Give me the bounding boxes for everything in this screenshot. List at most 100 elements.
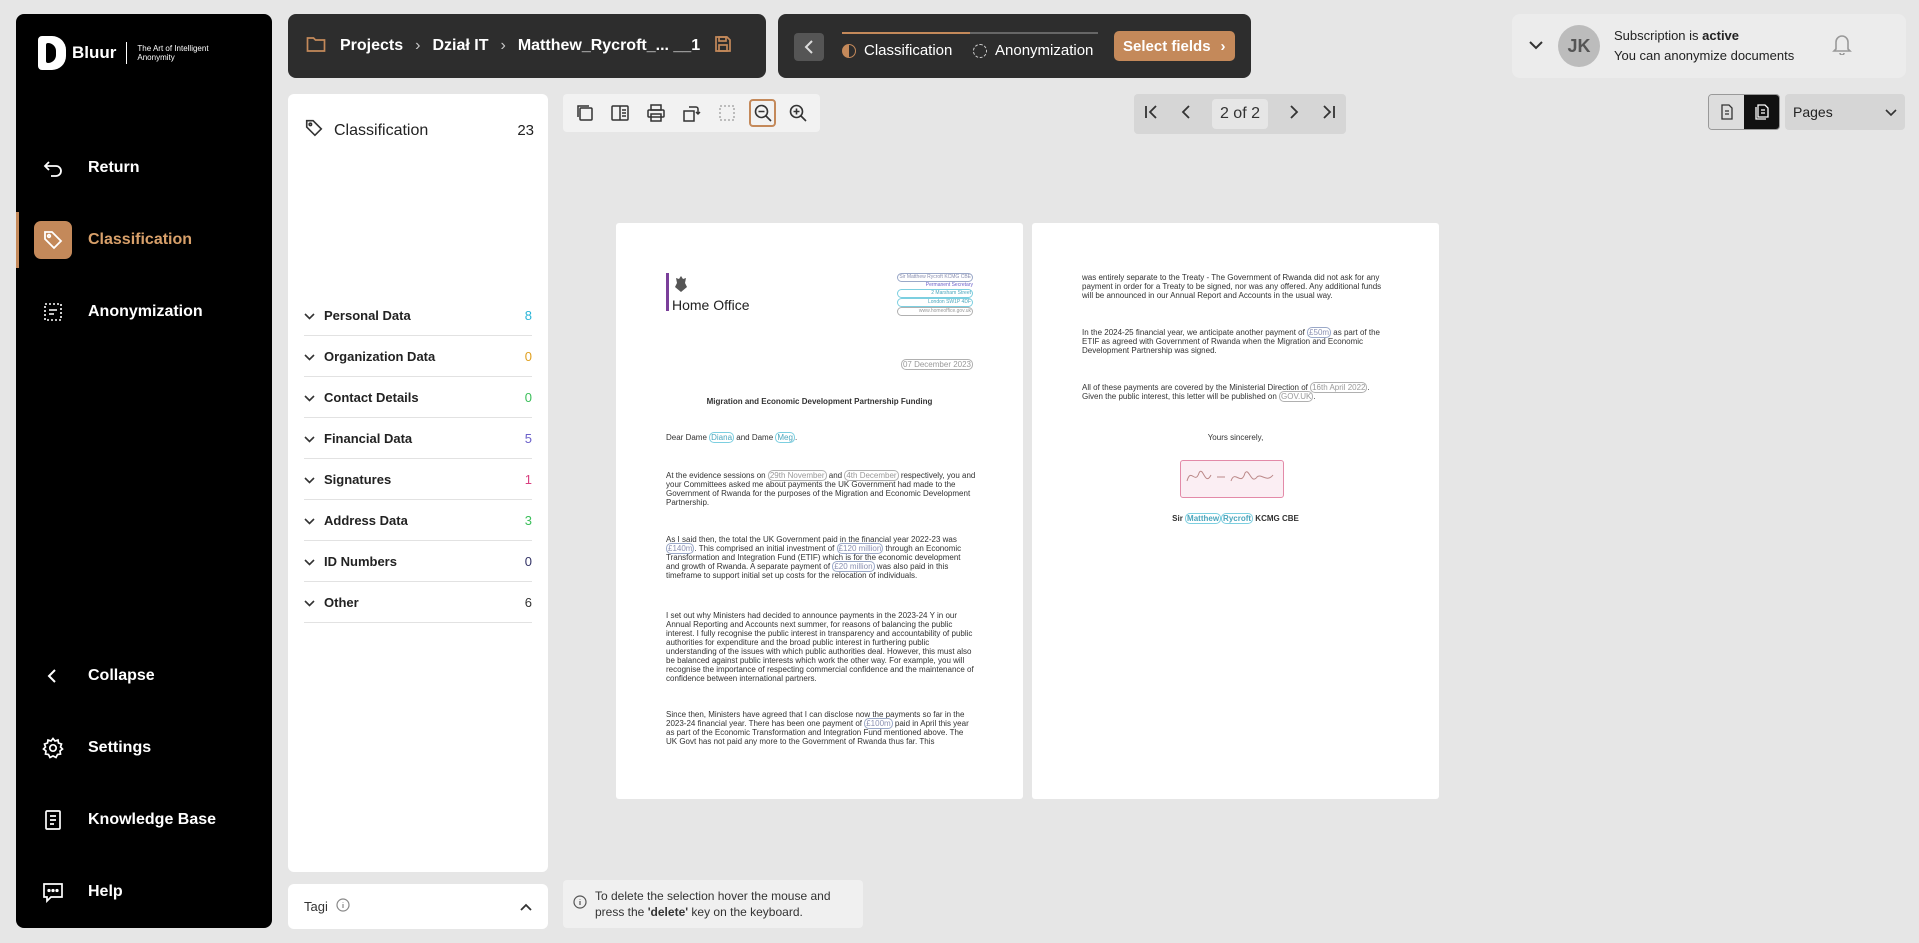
paragraph: At the evidence sessions on 29th Novembe… xyxy=(666,470,976,507)
print-icon[interactable] xyxy=(642,99,670,127)
nav-classification[interactable]: Classification xyxy=(16,212,272,268)
paragraph: All of these payments are covered by the… xyxy=(1082,382,1392,402)
last-page-icon[interactable] xyxy=(1320,104,1336,125)
tags-section[interactable]: Tagi xyxy=(288,884,548,929)
category-label: ID Numbers xyxy=(324,554,397,569)
text: As I said then, the total the UK Governm… xyxy=(666,535,957,544)
pages-select[interactable]: Pages xyxy=(1785,94,1905,130)
save-icon[interactable] xyxy=(714,35,732,58)
breadcrumb-file[interactable]: Matthew_Rycroft_... __1 xyxy=(518,37,700,55)
select-area-icon[interactable] xyxy=(713,99,741,127)
chevron-up-icon[interactable] xyxy=(520,899,532,914)
salutation-mid: and Dame xyxy=(734,433,776,442)
text: KCMG CBE xyxy=(1253,514,1299,523)
breadcrumb-folder[interactable]: Dział IT xyxy=(432,37,488,55)
book-icon xyxy=(34,801,72,839)
signature-name: Sir Matthew Rycroft KCMG CBE xyxy=(1032,513,1439,524)
chevron-down-icon xyxy=(304,431,324,446)
avatar[interactable]: JK xyxy=(1558,25,1600,67)
nav-classification-label: Classification xyxy=(88,231,193,248)
text: In the 2024-25 financial year, we antici… xyxy=(1082,328,1308,337)
category-count: 0 xyxy=(524,554,532,569)
category-count: 0 xyxy=(524,390,532,405)
category-row[interactable]: Address Data 3 xyxy=(304,501,532,541)
category-label: Financial Data xyxy=(324,431,413,446)
letter-header: Sir Matthew Rycroft KCMG CBE Permanent S… xyxy=(897,273,973,316)
nav-return[interactable]: Return xyxy=(16,140,272,196)
prev-page-icon[interactable] xyxy=(1181,104,1191,125)
logo[interactable]: Bluur The Art of Intelligent Anonymity xyxy=(38,36,227,70)
signature-highlight[interactable] xyxy=(1180,460,1284,498)
category-row[interactable]: Organization Data 0 xyxy=(304,337,532,377)
category-label: Contact Details xyxy=(324,390,419,405)
hint-key: 'delete' xyxy=(647,905,689,919)
category-row[interactable]: Other 6 xyxy=(304,583,532,623)
logo-mark-icon xyxy=(38,36,66,70)
category-row[interactable]: ID Numbers 0 xyxy=(304,542,532,582)
category-row[interactable]: Personal Data 8 xyxy=(304,296,532,336)
category-row[interactable]: Contact Details 0 xyxy=(304,378,532,418)
closing: Yours sincerely, xyxy=(1207,433,1264,442)
back-button[interactable] xyxy=(794,33,824,61)
gear-icon xyxy=(34,729,72,767)
category-count: 8 xyxy=(524,308,532,323)
highlight-name[interactable]: Meg xyxy=(775,432,795,443)
page-indicator[interactable]: 2 of 2 xyxy=(1211,99,1268,129)
breadcrumb-separator-icon: › xyxy=(500,37,506,54)
nav-help[interactable]: Help xyxy=(16,864,272,920)
breadcrumb-projects[interactable]: Projects xyxy=(340,37,403,55)
chevron-down-icon xyxy=(304,390,324,405)
panel-header: Classification 23 xyxy=(304,118,534,143)
sidebar: Bluur The Art of Intelligent Anonymity R… xyxy=(16,14,272,928)
select-fields-button[interactable]: Select fields › xyxy=(1114,31,1235,61)
nav-knowledge-base[interactable]: Knowledge Base xyxy=(16,792,272,848)
category-count: 0 xyxy=(524,349,532,364)
bell-icon[interactable] xyxy=(1832,33,1853,60)
highlight-name[interactable]: Matthew xyxy=(1185,513,1222,524)
category-count: 6 xyxy=(524,595,532,610)
highlight-date[interactable]: 16th April 2022 xyxy=(1310,382,1368,393)
step-classification[interactable]: Classification xyxy=(842,42,952,59)
chevron-right-icon: › xyxy=(1220,37,1226,55)
text: All of these payments are covered by the… xyxy=(1082,383,1311,392)
category-count: 1 xyxy=(524,472,532,487)
nav-settings-label: Settings xyxy=(88,739,152,756)
zoom-in-icon[interactable] xyxy=(784,99,812,127)
info-icon[interactable] xyxy=(336,898,350,915)
hint-line1: To delete the selection hover the mouse … xyxy=(595,889,831,903)
header-web: www.homeoffice.gov.uk xyxy=(897,307,973,316)
first-page-icon[interactable] xyxy=(1144,104,1160,125)
salutation: Dear Dame Diana and Dame Meg. xyxy=(666,432,798,443)
logo-tagline: The Art of Intelligent Anonymity xyxy=(137,44,209,62)
panel-title: Classification xyxy=(334,121,429,139)
split-view-icon[interactable] xyxy=(607,99,635,127)
crest-icon xyxy=(674,275,688,295)
document-page-2[interactable]: was entirely separate to the Treaty - Th… xyxy=(1032,223,1439,799)
logo-divider xyxy=(126,42,128,64)
chevron-down-icon xyxy=(304,349,324,364)
nav-settings[interactable]: Settings xyxy=(16,720,272,776)
category-row[interactable]: Signatures 1 xyxy=(304,460,532,500)
letter-date: 07 December 2023 xyxy=(900,359,973,370)
highlight-name[interactable]: Diana xyxy=(709,432,735,443)
nav-collapse[interactable]: Collapse xyxy=(16,648,272,704)
nav-collapse-label: Collapse xyxy=(88,667,155,684)
step-classification-label: Classification xyxy=(864,42,953,59)
step-anonymization[interactable]: Anonymization xyxy=(973,42,1093,59)
copy-icon[interactable] xyxy=(571,99,599,127)
highlight-web[interactable]: GOV.UK xyxy=(1279,391,1314,402)
document-page-1[interactable]: Home Office Sir Matthew Rycroft KCMG CBE… xyxy=(616,223,1023,799)
next-page-icon[interactable] xyxy=(1289,104,1299,125)
zoom-out-icon[interactable] xyxy=(748,99,777,127)
highlight-name[interactable]: Rycroft xyxy=(1221,513,1254,524)
single-page-view-icon[interactable] xyxy=(1709,95,1744,129)
category-label: Address Data xyxy=(324,513,408,528)
category-row[interactable]: Financial Data 5 xyxy=(304,419,532,459)
rotate-icon[interactable] xyxy=(678,99,706,127)
chevron-down-icon[interactable] xyxy=(1528,37,1544,55)
nav-return-label: Return xyxy=(88,159,140,176)
nav-anonymization[interactable]: Anonymization xyxy=(16,284,272,340)
header-name: Sir Matthew Rycroft KCMG CBE xyxy=(897,273,973,282)
chevron-down-icon xyxy=(1885,104,1897,120)
multi-page-view-icon[interactable] xyxy=(1744,95,1779,129)
